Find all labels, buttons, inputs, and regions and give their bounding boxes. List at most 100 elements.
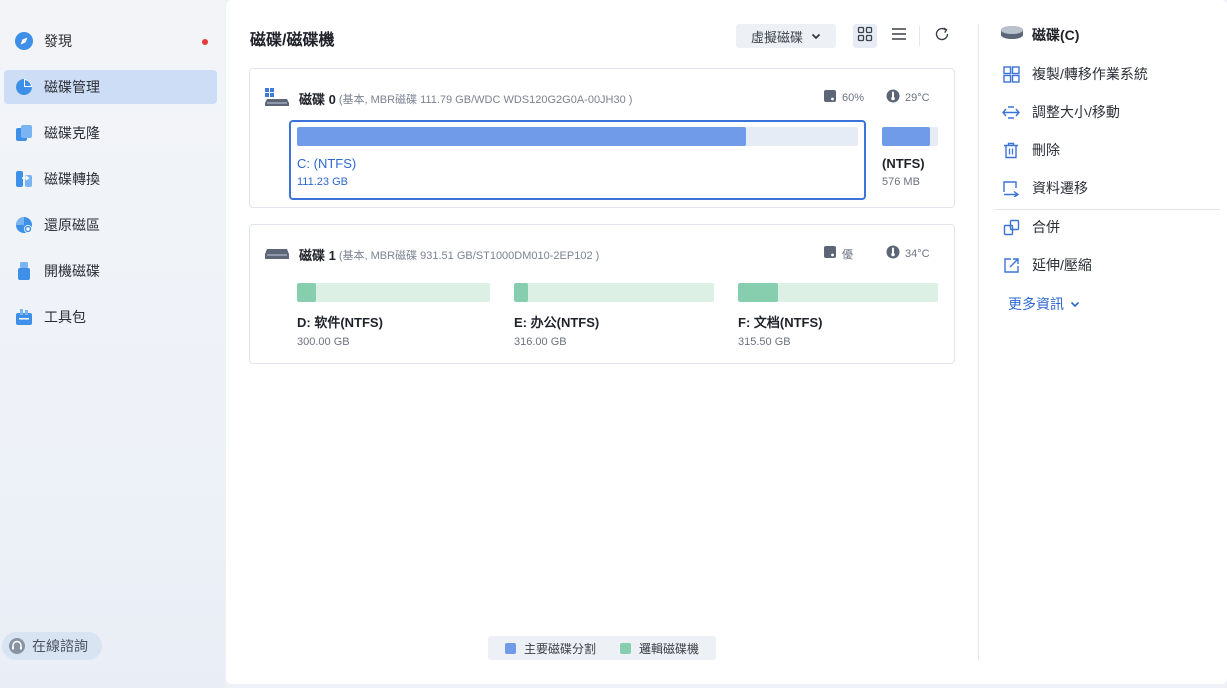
more-info-link[interactable]: 更多資訊 <box>1008 294 1080 314</box>
consult-label: 在線諮詢 <box>32 638 88 654</box>
sidebar-item-toolkit[interactable]: 工具包 <box>4 300 217 334</box>
notification-dot <box>202 39 208 45</box>
action-migrate-os[interactable]: 複製/轉移作業系統 <box>1002 62 1148 86</box>
sidebar-item-label: 還原磁區 <box>44 217 100 233</box>
legend-label: 主要磁碟分割 <box>523 641 596 656</box>
health-disk-icon <box>823 89 837 106</box>
sidebar-item-discover[interactable]: 發現 <box>4 24 217 58</box>
partition-usage-bar <box>297 127 858 146</box>
virtual-disk-dropdown[interactable]: 虛擬磁碟 <box>736 24 836 48</box>
disk-name: 磁碟 0 <box>299 92 336 107</box>
disk-name: 磁碟 1 <box>299 248 336 263</box>
list-view-icon <box>891 26 907 47</box>
partition-usage-bar <box>514 283 714 302</box>
legend-swatch-logical <box>620 642 631 654</box>
legend-swatch-primary <box>504 642 516 654</box>
health-value: 優 <box>842 248 853 261</box>
disk-header: 磁碟 1 (基本, MBR磁碟 931.51 GB/ST1000DM010-2E… <box>265 243 599 266</box>
sidebar-item-boot-disk[interactable]: 開機磁碟 <box>4 254 217 288</box>
action-label: 複製/轉移作業系統 <box>1032 66 1148 82</box>
disk-header: 磁碟 0 (基本, MBR磁碟 111.79 GB/WDC WDS120G2G0… <box>265 87 632 110</box>
migrate-icon <box>1002 179 1020 197</box>
disk-card-1[interactable]: 磁碟 1 (基本, MBR磁碟 931.51 GB/ST1000DM010-2E… <box>249 224 955 364</box>
actions-divider <box>994 209 1220 210</box>
sidebar-item-label: 工具包 <box>44 309 86 325</box>
action-data-migration[interactable]: 資料遷移 <box>1002 176 1088 200</box>
partition-size: 315.50 GB <box>738 336 791 348</box>
legend-label: 邏輯磁碟機 <box>639 641 700 656</box>
partition-c[interactable]: C: (NTFS) 111.23 GB <box>289 120 866 200</box>
chevron-down-icon <box>811 29 821 44</box>
disk-info: (基本, MBR磁碟 111.79 GB/WDC WDS120G2G0A-00J… <box>338 93 633 106</box>
partition-usage-fill <box>738 283 778 302</box>
selected-partition-title: 磁碟(C) <box>1000 24 1079 45</box>
disk-health: 60% <box>823 89 864 106</box>
temperature-value: 29°C <box>905 91 930 104</box>
partition-usage-bar <box>297 283 490 302</box>
action-resize-move[interactable]: 調整大小/移動 <box>1002 100 1120 124</box>
partition-d[interactable]: D: 软件(NTFS) 300.00 GB <box>297 283 490 348</box>
main-panel: 磁碟/磁碟機 虛擬磁碟 磁碟 0 (基本, MBR磁碟 111.79 GB/WD… <box>226 0 1227 684</box>
toolbar-divider <box>919 26 920 46</box>
partition-size: 316.00 GB <box>514 336 567 348</box>
partition-f[interactable]: F: 文档(NTFS) 315.50 GB <box>738 283 938 348</box>
health-disk-icon <box>823 245 837 262</box>
partition-label: (NTFS) <box>882 156 925 171</box>
page-title: 磁碟/磁碟機 <box>250 32 335 49</box>
disk-info: (基本, MBR磁碟 931.51 GB/ST1000DM010-2EP102 … <box>338 249 600 262</box>
sidebar-item-disk-convert[interactable]: 磁碟轉換 <box>4 162 217 196</box>
merge-icon <box>1002 218 1020 236</box>
disk-temperature: 29°C <box>886 89 930 106</box>
action-delete[interactable]: 刪除 <box>1002 138 1060 162</box>
partition-size: 111.23 GB <box>297 176 348 188</box>
trash-icon <box>1002 141 1020 159</box>
sidebar-item-label: 發現 <box>44 33 72 49</box>
partition-usage-bar <box>738 283 938 302</box>
selected-partition-label: 磁碟(C) <box>1032 26 1080 43</box>
pie-chart-icon <box>14 77 34 97</box>
sidebar: 發現 磁碟管理 磁碟克隆 磁碟轉換 還原磁區 開機磁碟 工具包 在線諮詢 <box>0 0 225 688</box>
partition-e[interactable]: E: 办公(NTFS) 316.00 GB <box>514 283 714 348</box>
thermometer-icon <box>886 89 900 106</box>
sidebar-item-disk-management[interactable]: 磁碟管理 <box>4 70 217 104</box>
sidebar-item-label: 磁碟克隆 <box>44 125 100 141</box>
refresh-button[interactable] <box>930 24 954 48</box>
hard-disk-icon <box>265 243 289 266</box>
recover-icon <box>14 215 34 235</box>
partition-usage-fill <box>882 127 930 146</box>
grid-view-button[interactable] <box>853 24 877 48</box>
action-merge[interactable]: 合併 <box>1002 215 1060 239</box>
partition-reserved[interactable]: (NTFS) 576 MB <box>882 127 938 188</box>
list-view-button[interactable] <box>887 24 911 48</box>
partition-label: E: 办公(NTFS) <box>514 315 600 330</box>
partition-label: D: 软件(NTFS) <box>297 315 383 330</box>
health-value: 60% <box>842 91 865 104</box>
action-label: 刪除 <box>1032 142 1060 158</box>
grid-view-icon <box>857 26 873 47</box>
extend-icon <box>1002 256 1020 274</box>
right-panel-divider <box>978 24 979 660</box>
partition-usage-fill <box>297 127 746 146</box>
legend-primary: 主要磁碟分割 <box>504 640 596 657</box>
partition-label: F: 文档(NTFS) <box>738 315 823 330</box>
action-label: 調整大小/移動 <box>1032 104 1120 120</box>
legend-logical: 邏輯磁碟機 <box>620 640 699 657</box>
disk-drive-icon <box>1000 24 1024 45</box>
action-extend-shrink[interactable]: 延伸/壓縮 <box>1002 253 1092 277</box>
partition-legend: 主要磁碟分割 邏輯磁碟機 <box>488 636 716 660</box>
windows-icon <box>1002 65 1020 83</box>
online-consult-button[interactable]: 在線諮詢 <box>2 632 102 660</box>
partition-label: C: (NTFS) <box>297 156 357 171</box>
disk-health: 優 <box>823 245 853 262</box>
more-info-label: 更多資訊 <box>1008 296 1064 312</box>
partition-size: 300.00 GB <box>297 336 350 348</box>
sidebar-item-partition-recovery[interactable]: 還原磁區 <box>4 208 217 242</box>
action-label: 延伸/壓縮 <box>1032 257 1092 273</box>
disk-card-0[interactable]: 磁碟 0 (基本, MBR磁碟 111.79 GB/WDC WDS120G2G0… <box>249 68 955 208</box>
system-disk-icon <box>265 87 289 110</box>
partition-usage-bar <box>882 127 938 146</box>
temperature-value: 34°C <box>905 247 930 260</box>
action-label: 合併 <box>1032 219 1060 235</box>
sidebar-item-disk-clone[interactable]: 磁碟克隆 <box>4 116 217 150</box>
refresh-icon <box>934 26 950 47</box>
